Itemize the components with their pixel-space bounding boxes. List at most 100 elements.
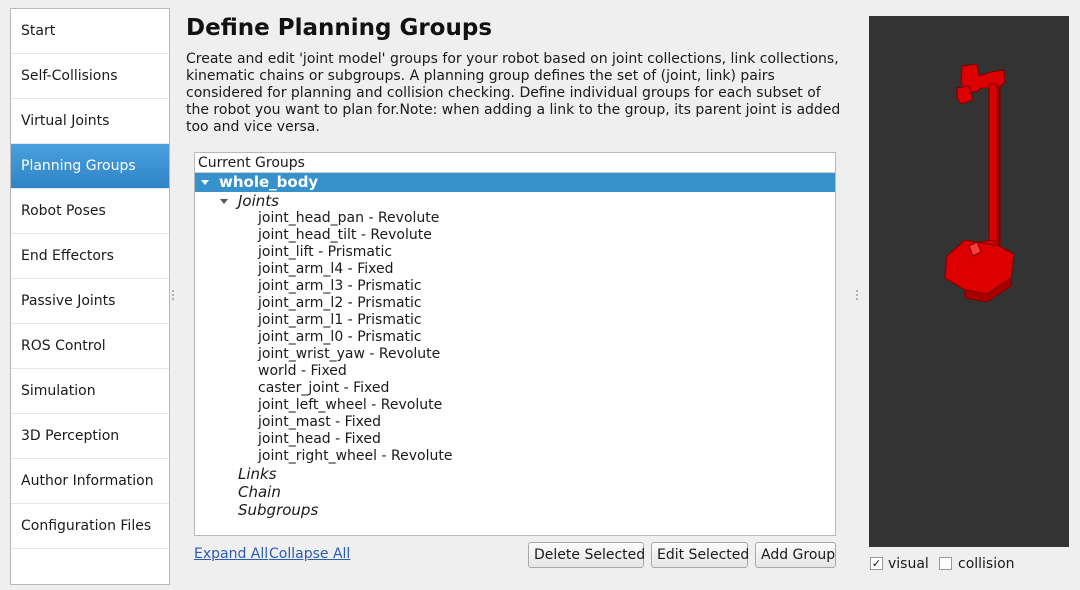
- joint-type: Revolute: [380, 397, 443, 413]
- joint-item-label: world - Fixed: [258, 363, 347, 380]
- joint-name: joint_arm_l1: [258, 312, 344, 328]
- chain-node[interactable]: Chain: [195, 483, 835, 501]
- page-title: Define Planning Groups: [186, 15, 493, 41]
- collision-checkbox[interactable]: [939, 557, 952, 570]
- joint-separator: -: [343, 295, 358, 311]
- joint-type: Prismatic: [357, 278, 422, 294]
- joint-separator: -: [339, 380, 354, 396]
- joint-name: joint_arm_l0: [258, 329, 344, 345]
- joint-separator: -: [366, 397, 381, 413]
- sidebar-item-passive-joints[interactable]: Passive Joints: [11, 279, 169, 324]
- group-name: whole_body: [219, 173, 319, 191]
- joint-name: joint_arm_l4: [258, 261, 344, 277]
- sidebar-item-end-effectors[interactable]: End Effectors: [11, 234, 169, 279]
- page-description: Create and edit 'joint model' groups for…: [186, 51, 841, 135]
- collapse-all-link[interactable]: Collapse All: [269, 546, 350, 562]
- collision-label: collision: [958, 556, 1015, 572]
- joint-row[interactable]: joint_head - Fixed: [195, 431, 835, 448]
- joint-type: Revolute: [370, 227, 432, 243]
- joint-item-label: caster_joint - Fixed: [258, 380, 389, 397]
- joint-row[interactable]: joint_head_pan - Revolute: [195, 210, 835, 227]
- visual-checkbox[interactable]: ✓: [870, 557, 883, 570]
- subgroups-node[interactable]: Subgroups: [195, 501, 835, 519]
- joint-name: joint_left_wheel: [258, 397, 367, 413]
- group-row-whole-body[interactable]: whole_body: [195, 173, 835, 192]
- joint-item-label: joint_lift - Prismatic: [258, 244, 392, 261]
- joint-row[interactable]: joint_right_wheel - Revolute: [195, 448, 835, 465]
- sidebar-item-self-collisions[interactable]: Self-Collisions: [11, 54, 169, 99]
- sidebar-item-ros-control[interactable]: ROS Control: [11, 324, 169, 369]
- joint-separator: -: [356, 227, 371, 243]
- joint-row[interactable]: joint_arm_l4 - Fixed: [195, 261, 835, 278]
- joint-row[interactable]: joint_arm_l0 - Prismatic: [195, 329, 835, 346]
- joint-item-label: joint_mast - Fixed: [258, 414, 381, 431]
- joint-row[interactable]: joint_arm_l3 - Prismatic: [195, 278, 835, 295]
- sidebar-splitter-handle[interactable]: [172, 290, 174, 300]
- joint-type: Fixed: [344, 414, 381, 430]
- joint-row[interactable]: caster_joint - Fixed: [195, 380, 835, 397]
- joint-name: joint_wrist_yaw: [258, 346, 365, 362]
- joint-item-label: joint_arm_l0 - Prismatic: [258, 329, 422, 346]
- joint-type: Prismatic: [357, 295, 422, 311]
- joint-row[interactable]: joint_arm_l2 - Prismatic: [195, 295, 835, 312]
- links-label: Links: [238, 465, 277, 483]
- joint-row[interactable]: joint_arm_l1 - Prismatic: [195, 312, 835, 329]
- joint-item-label: joint_wrist_yaw - Revolute: [258, 346, 440, 363]
- joint-name: joint_head_tilt: [258, 227, 357, 243]
- joints-node[interactable]: Joints: [195, 192, 835, 210]
- joint-type: Revolute: [391, 448, 453, 464]
- visual-label: visual: [888, 556, 929, 572]
- sidebar-item-robot-poses[interactable]: Robot Poses: [11, 189, 169, 234]
- edit-selected-button[interactable]: Edit Selected: [651, 542, 749, 568]
- sidebar-item-author-information[interactable]: Author Information: [11, 459, 169, 504]
- joint-separator: -: [330, 431, 345, 447]
- sidebar-item-virtual-joints[interactable]: Virtual Joints: [11, 99, 169, 144]
- joint-item-label: joint_arm_l4 - Fixed: [258, 261, 393, 278]
- joint-name: world: [258, 363, 297, 379]
- joint-type: Revolute: [377, 210, 440, 226]
- links-node[interactable]: Links: [195, 465, 835, 483]
- joint-type: Fixed: [353, 380, 390, 396]
- joint-type: Prismatic: [357, 312, 422, 328]
- joint-item-label: joint_head_tilt - Revolute: [258, 227, 432, 244]
- joint-row[interactable]: joint_mast - Fixed: [195, 414, 835, 431]
- delete-selected-button[interactable]: Delete Selected: [528, 542, 645, 568]
- groups-tree[interactable]: Current Groups whole_body Joints joint_h…: [194, 152, 836, 536]
- robot-3d-viewer[interactable]: [869, 16, 1069, 547]
- chevron-down-icon[interactable]: [201, 180, 209, 185]
- joint-separator: -: [343, 278, 358, 294]
- sidebar-item-planning-groups[interactable]: Planning Groups: [11, 144, 169, 189]
- joint-item-label: joint_arm_l3 - Prismatic: [258, 278, 422, 295]
- joint-item-label: joint_left_wheel - Revolute: [258, 397, 442, 414]
- joint-type: Prismatic: [327, 244, 393, 260]
- wizard-sidebar: Start Self-Collisions Virtual Joints Planni…: [10, 8, 170, 585]
- joint-row[interactable]: world - Fixed: [195, 363, 835, 380]
- joint-name: joint_head: [258, 431, 331, 447]
- sidebar-item-start[interactable]: Start: [11, 9, 169, 54]
- joint-item-label: joint_arm_l2 - Prismatic: [258, 295, 422, 312]
- expand-all-link[interactable]: Expand All: [194, 546, 268, 562]
- joint-name: joint_arm_l3: [258, 278, 344, 294]
- joint-separator: -: [364, 346, 379, 362]
- joint-row[interactable]: joint_wrist_yaw - Revolute: [195, 346, 835, 363]
- sidebar-item-3d-perception[interactable]: 3D Perception: [11, 414, 169, 459]
- sidebar-item-configuration-files[interactable]: Configuration Files: [11, 504, 169, 549]
- joints-label: Joints: [238, 192, 279, 210]
- joint-name: joint_head_pan: [258, 210, 364, 226]
- joint-type: Fixed: [310, 363, 347, 379]
- add-group-button[interactable]: Add Group: [755, 542, 836, 568]
- joint-row[interactable]: joint_left_wheel - Revolute: [195, 397, 835, 414]
- joint-item-label: joint_head - Fixed: [258, 431, 381, 448]
- joint-row[interactable]: joint_head_tilt - Revolute: [195, 227, 835, 244]
- joint-type: Revolute: [378, 346, 441, 362]
- joint-name: joint_right_wheel: [258, 448, 378, 464]
- robot-model-render: [944, 63, 1015, 303]
- viewer-splitter-handle[interactable]: [856, 290, 858, 300]
- joint-separator: -: [377, 448, 391, 464]
- joint-separator: -: [313, 244, 328, 260]
- joint-row[interactable]: joint_lift - Prismatic: [195, 244, 835, 261]
- chevron-down-icon[interactable]: [220, 199, 228, 204]
- joint-item-label: joint_arm_l1 - Prismatic: [258, 312, 422, 329]
- sidebar-item-simulation[interactable]: Simulation: [11, 369, 169, 414]
- chain-label: Chain: [238, 483, 281, 501]
